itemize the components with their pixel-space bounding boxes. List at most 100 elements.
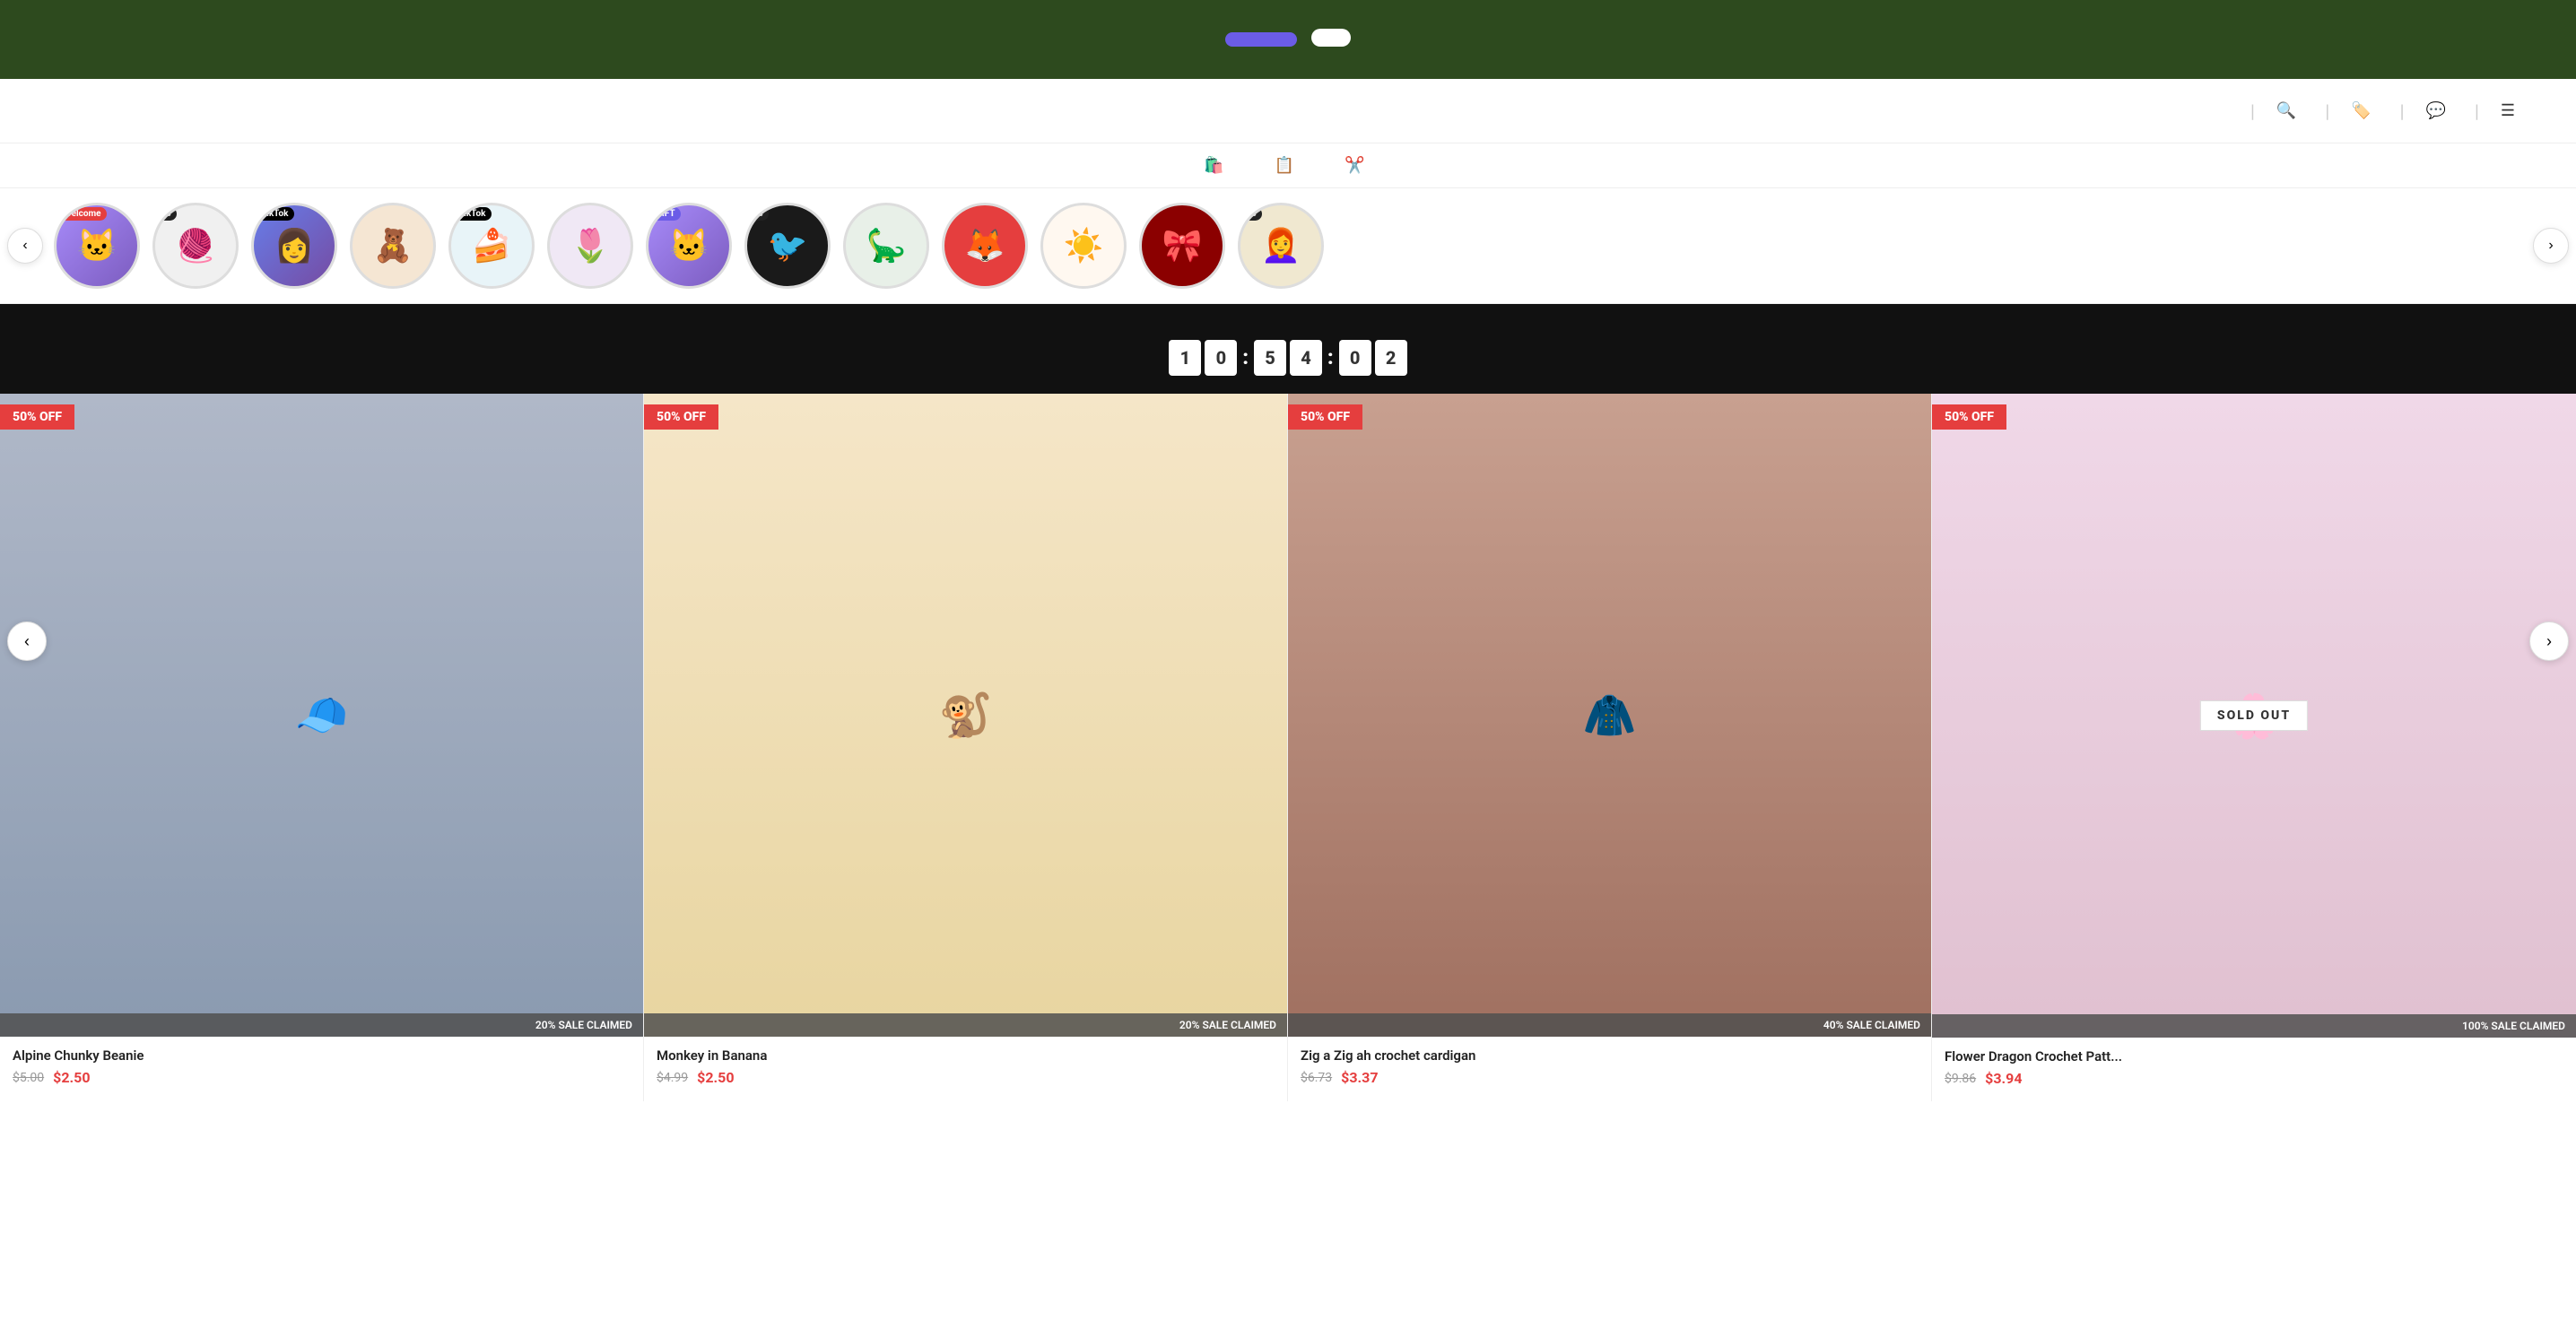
story-item-crochet-studio[interactable]: 🎀 bbox=[1139, 203, 1225, 289]
nav-sep-4: | bbox=[2475, 100, 2479, 122]
story-item-sunshine-studio[interactable]: ☀️ bbox=[1040, 203, 1127, 289]
story-circle-ig-lc: 🧶IG bbox=[152, 203, 239, 289]
product-info-alpine-beanie: Alpine Chunky Beanie $5.00$2.50 bbox=[0, 1037, 643, 1100]
sub-nav-makes[interactable]: ✂️ bbox=[1345, 156, 1371, 175]
story-item-tiktok-cakey[interactable]: 🍰TikTok bbox=[448, 203, 535, 289]
product-claimed-bar-flower-dragon: 100% SALE CLAIMED bbox=[1932, 1014, 2576, 1038]
countdown-separator: : bbox=[1327, 347, 1334, 369]
product-off-badge-monkey-banana: 50% OFF bbox=[644, 404, 718, 430]
countdown-digit: 0 bbox=[1205, 340, 1237, 376]
my-stuff-icon: 🏷️ bbox=[2351, 101, 2371, 120]
story-circle-ig-last: 👩‍🦰IG bbox=[1238, 203, 1324, 289]
story-circle-aussies-crochet: 🦕 bbox=[843, 203, 929, 289]
story-item-tulips[interactable]: 🌷 bbox=[547, 203, 633, 289]
story-badge-tiktok-1: TikTok bbox=[256, 207, 294, 221]
nav-community[interactable]: 💬 bbox=[2408, 94, 2471, 127]
nav-hey[interactable]: ☰ bbox=[2483, 94, 2540, 127]
story-circle-bear: 🧸 bbox=[350, 203, 436, 289]
price-original-zig-zag-cardigan: $6.73 bbox=[1301, 1071, 1332, 1085]
story-circle-tulips: 🌷 bbox=[547, 203, 633, 289]
community-icon: 💬 bbox=[2426, 101, 2446, 120]
price-sale-alpine-beanie: $2.50 bbox=[53, 1069, 90, 1086]
sub-nav: 🛍️ 📋 ✂️ bbox=[0, 143, 2576, 188]
story-item-ig-scarlet[interactable]: 🐦IG bbox=[744, 203, 831, 289]
countdown-digit: 0 bbox=[1339, 340, 1371, 376]
product-claimed-bar-monkey-banana: 20% SALE CLAIMED bbox=[644, 1013, 1287, 1037]
story-item-bear[interactable]: 🧸 bbox=[350, 203, 436, 289]
story-circle-crochet-studio: 🎀 bbox=[1139, 203, 1225, 289]
top-banner bbox=[0, 0, 2576, 79]
product-card-monkey-banana[interactable]: 🐒50% OFF20% SALE CLAIMEDMonkey in Banana… bbox=[644, 394, 1288, 1101]
products-container: 🧢50% OFF20% SALE CLAIMEDAlpine Chunky Be… bbox=[0, 394, 2576, 1101]
grab-gift-button[interactable] bbox=[1311, 29, 1351, 47]
nav-search[interactable]: 🔍 bbox=[2258, 94, 2321, 127]
product-image-zig-zag-cardigan: 🧥50% OFF40% SALE CLAIMED bbox=[1288, 394, 1931, 1037]
story-circle-tiktok-cakey: 🍰TikTok bbox=[448, 203, 535, 289]
story-circle-welcome-ribblr: 🐱Welcome bbox=[54, 203, 140, 289]
product-name-alpine-beanie: Alpine Chunky Beanie bbox=[13, 1047, 631, 1064]
story-circle-sunshine-studio: ☀️ bbox=[1040, 203, 1127, 289]
product-info-flower-dragon: Flower Dragon Crochet Patt... $9.86 $3.94 bbox=[1932, 1038, 2576, 1101]
makes-icon: ✂️ bbox=[1345, 156, 1364, 175]
nav-sep-3: | bbox=[2400, 100, 2405, 122]
product-name-monkey-banana: Monkey in Banana bbox=[657, 1047, 1275, 1064]
product-info-zig-zag-cardigan: Zig a Zig ah crochet cardigan $6.73 $3.37 bbox=[1288, 1037, 1931, 1100]
price-sale-zig-zag-cardigan: $3.37 bbox=[1341, 1069, 1378, 1086]
stories-prev-button[interactable]: ‹ bbox=[7, 228, 43, 264]
price-sale-flower-dragon: $3.94 bbox=[1985, 1070, 2022, 1087]
product-card-flower-dragon[interactable]: 🌸50% OFFSOLD OUT100% SALE CLAIMEDFlower … bbox=[1932, 394, 2576, 1101]
countdown-digit: 4 bbox=[1290, 340, 1322, 376]
story-item-ig-last[interactable]: 👩‍🦰IG bbox=[1238, 203, 1324, 289]
product-claimed-bar-alpine-beanie: 20% SALE CLAIMED bbox=[0, 1013, 643, 1037]
story-item-tiktok-1[interactable]: 👩TikTok bbox=[251, 203, 337, 289]
story-item-aussies-crochet[interactable]: 🦕 bbox=[843, 203, 929, 289]
story-item-gift-ribblr[interactable]: 🐱GIFT bbox=[646, 203, 732, 289]
product-image-flower-dragon: 🌸50% OFFSOLD OUT100% SALE CLAIMED bbox=[1932, 394, 2576, 1038]
story-item-ig-lc[interactable]: 🧶IG bbox=[152, 203, 239, 289]
product-image-alpine-beanie: 🧢50% OFF20% SALE CLAIMED bbox=[0, 394, 643, 1037]
product-card-zig-zag-cardigan[interactable]: 🧥50% OFF40% SALE CLAIMEDZig a Zig ah cro… bbox=[1288, 394, 1932, 1101]
nav-sep-2: | bbox=[2325, 100, 2329, 122]
product-prices-monkey-banana: $4.99$2.50 bbox=[657, 1069, 1275, 1086]
product-name-zig-zag-cardigan: Zig a Zig ah crochet cardigan bbox=[1301, 1047, 1919, 1064]
story-circle-tiktok-1: 👩TikTok bbox=[251, 203, 337, 289]
flash-section: 10:54:02 bbox=[0, 304, 2576, 394]
countdown-digit: 2 bbox=[1375, 340, 1407, 376]
nav-my-stuff[interactable]: 🏷️ bbox=[2333, 94, 2396, 127]
price-original-flower-dragon: $9.86 bbox=[1945, 1072, 1976, 1086]
products-prev-button[interactable]: ‹ bbox=[7, 621, 47, 661]
product-prices-flower-dragon: $9.86 $3.94 bbox=[1945, 1070, 2563, 1087]
hey-icon: ☰ bbox=[2501, 101, 2515, 120]
price-sale-monkey-banana: $2.50 bbox=[697, 1069, 734, 1086]
product-info-monkey-banana: Monkey in Banana $4.99$2.50 bbox=[644, 1037, 1287, 1100]
sub-nav-materials[interactable]: 🛍️ bbox=[1204, 156, 1231, 175]
story-circle-sleengrace: 🦊 bbox=[942, 203, 1028, 289]
search-icon: 🔍 bbox=[2276, 101, 2296, 120]
story-circle-ig-scarlet: 🐦IG bbox=[744, 203, 831, 289]
product-card-alpine-beanie[interactable]: 🧢50% OFF20% SALE CLAIMEDAlpine Chunky Be… bbox=[0, 394, 644, 1101]
patterns-icon: 📋 bbox=[1275, 156, 1294, 175]
sub-nav-patterns[interactable]: 📋 bbox=[1275, 156, 1301, 175]
materials-icon: 🛍️ bbox=[1204, 156, 1223, 175]
story-badge-ig-scarlet: IG bbox=[749, 207, 769, 221]
products-next-button[interactable]: › bbox=[2529, 621, 2569, 661]
story-circle-gift-ribblr: 🐱GIFT bbox=[646, 203, 732, 289]
banner-calendar[interactable] bbox=[1225, 32, 1297, 47]
story-badge-ig-lc: IG bbox=[157, 207, 177, 221]
story-badge-gift-ribblr: GIFT bbox=[650, 207, 681, 221]
countdown-separator: : bbox=[1242, 347, 1249, 369]
story-badge-welcome-ribblr: Welcome bbox=[58, 207, 107, 221]
countdown: 10:54:02 bbox=[18, 340, 2558, 376]
story-item-sleengrace[interactable]: 🦊 bbox=[942, 203, 1028, 289]
stories-next-button[interactable]: › bbox=[2533, 228, 2569, 264]
nav-sep-1: | bbox=[2250, 100, 2255, 122]
product-off-badge-zig-zag-cardigan: 50% OFF bbox=[1288, 404, 1362, 430]
stories-container: 🐱Welcome🧶IG👩TikTok🧸🍰TikTok🌷🐱GIFT🐦IG🦕🦊☀️🎀… bbox=[0, 203, 2576, 289]
product-prices-alpine-beanie: $5.00$2.50 bbox=[13, 1069, 631, 1086]
product-claimed-bar-zig-zag-cardigan: 40% SALE CLAIMED bbox=[1288, 1013, 1931, 1037]
product-off-badge-alpine-beanie: 50% OFF bbox=[0, 404, 74, 430]
story-item-welcome-ribblr[interactable]: 🐱Welcome bbox=[54, 203, 140, 289]
product-name-flower-dragon: Flower Dragon Crochet Patt... bbox=[1945, 1048, 2563, 1064]
sold-out-flower-dragon: SOLD OUT bbox=[2200, 700, 2308, 731]
product-off-badge-flower-dragon: 50% OFF bbox=[1932, 404, 2006, 430]
